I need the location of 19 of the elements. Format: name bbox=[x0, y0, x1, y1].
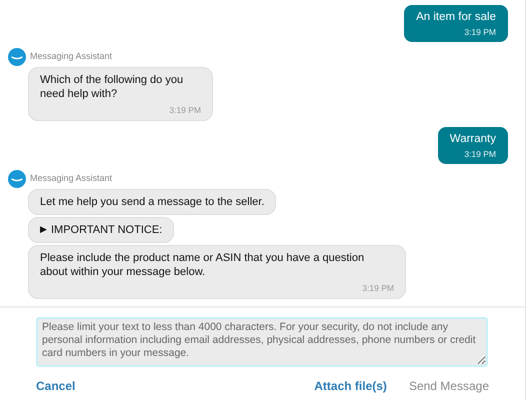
notice-label: IMPORTANT NOTICE: bbox=[51, 222, 162, 237]
message-time: 3:19 PM bbox=[464, 148, 496, 160]
message-time: 3:19 PM bbox=[169, 104, 201, 117]
notice-toggle[interactable]: ▶ IMPORTANT NOTICE: bbox=[28, 216, 174, 243]
message-time: 3:19 PM bbox=[464, 26, 496, 38]
assistant-avatar-icon bbox=[8, 170, 26, 188]
message-time: 3:19 PM bbox=[362, 282, 394, 294]
message-text: Let me help you send a message to the seller. bbox=[40, 194, 264, 209]
message-text: Which of the following do you need help with? bbox=[40, 73, 184, 101]
assistant-avatar-icon bbox=[8, 48, 26, 66]
attach-files-link[interactable]: Attach file(s) bbox=[314, 377, 387, 395]
sender-name: Messaging Assistant bbox=[30, 50, 112, 64]
message-text: Please include the product name or ASIN that you have a question about within your message below. bbox=[40, 250, 366, 279]
sender-name: Messaging Assistant bbox=[30, 172, 112, 185]
message-field[interactable]: Please limit your text to less than 4000 characters. For your security, do not include any personal information including email addresses, physical addresses, phone numbers or credit card numbers in your message. bbox=[36, 317, 488, 367]
message-text: Warranty bbox=[450, 132, 496, 146]
message-text: An item for sale bbox=[416, 10, 496, 24]
cancel-link[interactable]: Cancel bbox=[36, 377, 76, 395]
triangle-icon: ▶ bbox=[40, 223, 47, 236]
